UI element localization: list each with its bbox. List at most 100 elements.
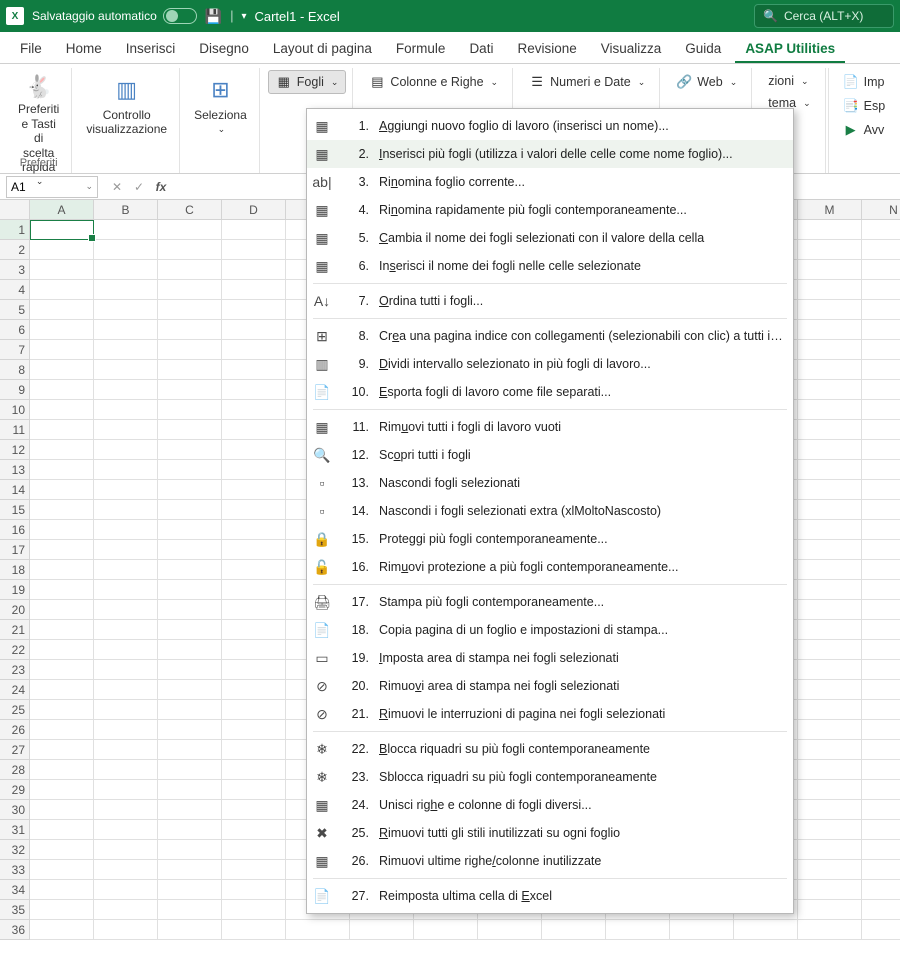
cell[interactable] (222, 260, 286, 280)
cell[interactable] (30, 440, 94, 460)
cell[interactable] (798, 280, 862, 300)
cell[interactable] (30, 300, 94, 320)
cell[interactable] (158, 480, 222, 500)
cell[interactable] (798, 260, 862, 280)
row-header[interactable]: 2 (0, 240, 30, 260)
cell[interactable] (862, 300, 900, 320)
cell[interactable] (798, 640, 862, 660)
cell[interactable] (30, 840, 94, 860)
cell[interactable] (30, 500, 94, 520)
cell[interactable] (158, 380, 222, 400)
cell[interactable] (94, 800, 158, 820)
cell[interactable] (222, 780, 286, 800)
cell[interactable] (30, 460, 94, 480)
cell[interactable] (862, 500, 900, 520)
row-header[interactable]: 29 (0, 780, 30, 800)
cell[interactable] (30, 320, 94, 340)
cell[interactable] (30, 520, 94, 540)
cell[interactable] (798, 240, 862, 260)
fogli-button[interactable]: ▦ Fogli ⌄ (268, 70, 347, 94)
cell[interactable] (158, 920, 222, 940)
cell[interactable] (94, 700, 158, 720)
cell[interactable] (350, 920, 414, 940)
fx-icon[interactable]: fx (150, 176, 172, 198)
row-header[interactable]: 16 (0, 520, 30, 540)
cell[interactable] (862, 460, 900, 480)
cell[interactable] (862, 560, 900, 580)
cell[interactable] (158, 720, 222, 740)
cell[interactable] (798, 420, 862, 440)
cell[interactable] (798, 440, 862, 460)
row-header[interactable]: 27 (0, 740, 30, 760)
cell[interactable] (734, 920, 798, 940)
cell[interactable] (94, 260, 158, 280)
cell[interactable] (30, 400, 94, 420)
cell[interactable] (862, 760, 900, 780)
cell[interactable] (94, 680, 158, 700)
menu-item[interactable]: ▭19.Imposta area di stampa nei fogli sel… (307, 644, 793, 672)
cell[interactable] (798, 540, 862, 560)
cell[interactable] (798, 480, 862, 500)
autosave-toggle[interactable]: Salvataggio automatico (32, 8, 197, 24)
menu-item[interactable]: ▦6.Inserisci il nome dei fogli nelle cel… (307, 252, 793, 280)
row-header[interactable]: 4 (0, 280, 30, 300)
menu-item[interactable]: ▦2.Inserisci più fogli (utilizza i valor… (307, 140, 793, 168)
save-icon[interactable]: 💾 (205, 8, 222, 25)
cell[interactable] (94, 740, 158, 760)
cell[interactable] (798, 340, 862, 360)
cell[interactable] (158, 320, 222, 340)
cell[interactable] (30, 720, 94, 740)
cell[interactable] (862, 480, 900, 500)
cell[interactable] (222, 400, 286, 420)
cell[interactable] (158, 540, 222, 560)
tab-guida[interactable]: Guida (675, 35, 731, 63)
cell[interactable] (798, 660, 862, 680)
tab-home[interactable]: Home (56, 35, 112, 63)
cell[interactable] (222, 520, 286, 540)
row-header[interactable]: 17 (0, 540, 30, 560)
cell[interactable] (94, 500, 158, 520)
cell[interactable] (158, 220, 222, 240)
cell[interactable] (798, 620, 862, 640)
cell[interactable] (862, 360, 900, 380)
cell[interactable] (798, 800, 862, 820)
cell[interactable] (862, 700, 900, 720)
tab-dati[interactable]: Dati (459, 35, 503, 63)
cell[interactable] (222, 440, 286, 460)
cell[interactable] (158, 420, 222, 440)
cell[interactable] (94, 720, 158, 740)
qat-dropdown-icon[interactable]: ▾ (241, 11, 246, 22)
cell[interactable] (222, 800, 286, 820)
cell[interactable] (798, 360, 862, 380)
menu-item[interactable]: ▫14.Nascondi i fogli selezionati extra (… (307, 497, 793, 525)
cell[interactable] (862, 880, 900, 900)
cell[interactable] (222, 900, 286, 920)
menu-item[interactable]: 🔓16.Rimuovi protezione a più fogli conte… (307, 553, 793, 581)
cell[interactable] (862, 720, 900, 740)
cell[interactable] (222, 380, 286, 400)
cell[interactable] (862, 340, 900, 360)
cell[interactable] (798, 780, 862, 800)
cell[interactable] (94, 900, 158, 920)
row-header[interactable]: 19 (0, 580, 30, 600)
cell[interactable] (158, 500, 222, 520)
col-header[interactable]: D (222, 200, 286, 220)
cell[interactable] (158, 860, 222, 880)
cell[interactable] (158, 600, 222, 620)
row-header[interactable]: 3 (0, 260, 30, 280)
row-header[interactable]: 1 (0, 220, 30, 240)
cell[interactable] (862, 680, 900, 700)
menu-item[interactable]: A↓7.Ordina tutti i fogli... (307, 287, 793, 315)
zioni-button[interactable]: zioni⌄ (760, 70, 818, 92)
cell[interactable] (158, 700, 222, 720)
cell[interactable] (94, 520, 158, 540)
cell[interactable] (222, 920, 286, 940)
menu-item[interactable]: 📄18.Copia pagina di un foglio e impostaz… (307, 616, 793, 644)
cell[interactable] (94, 360, 158, 380)
cell[interactable] (798, 520, 862, 540)
cell[interactable] (798, 600, 862, 620)
cell[interactable] (222, 460, 286, 480)
cell[interactable] (862, 800, 900, 820)
row-header[interactable]: 10 (0, 400, 30, 420)
cell[interactable] (798, 680, 862, 700)
